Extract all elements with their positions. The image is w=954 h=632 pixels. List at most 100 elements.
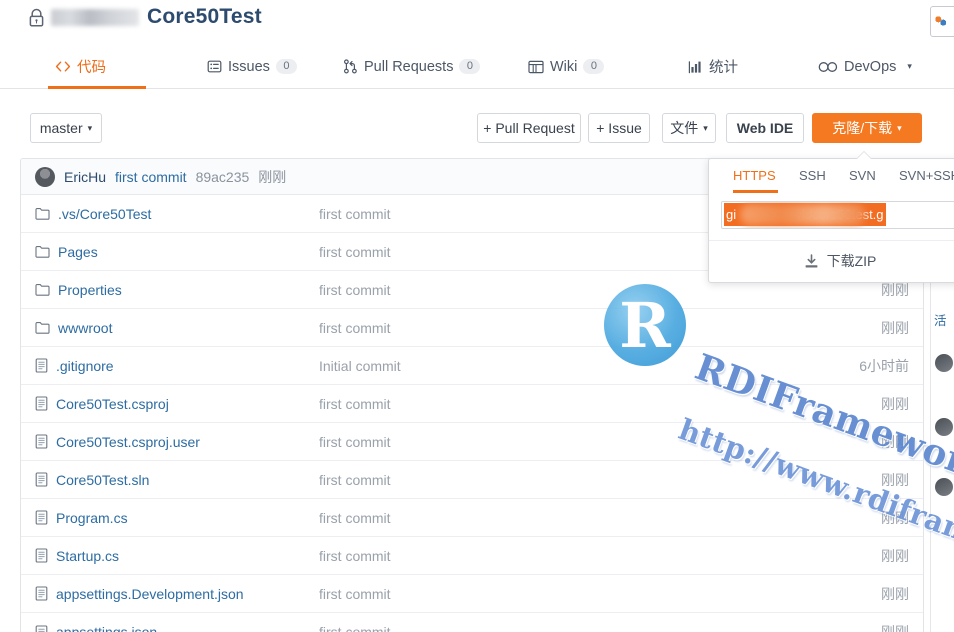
file-name-label: .vs/Core50Test (58, 205, 152, 222)
avatar[interactable] (935, 354, 953, 372)
file-commit-message: Initial commit (319, 357, 401, 374)
nav-tab-pull-requests[interactable]: Pull Requests 0 (343, 46, 481, 87)
folder-icon (35, 207, 50, 220)
file-name-cell[interactable]: appsettings.Development.json (35, 586, 319, 602)
file-name-cell[interactable]: Core50Test.csproj.user (35, 434, 319, 450)
redacted-owner (51, 8, 139, 26)
commit-author[interactable]: EricHu (64, 169, 106, 185)
download-zip-button[interactable]: 下载ZIP (709, 241, 954, 281)
header-extra-button[interactable] (930, 6, 954, 37)
clone-download-button[interactable]: 克隆/下载 ▾ (812, 113, 922, 143)
branch-selector[interactable]: master ▾ (30, 113, 102, 143)
commit-time: 刚刚 (258, 168, 287, 185)
file-commit-message: first commit (319, 433, 391, 450)
commit-sha[interactable]: 89ac235 (196, 169, 250, 185)
file-commit-message: first commit (319, 585, 391, 602)
table-row[interactable]: Program.cs first commit 刚刚 (21, 499, 923, 537)
file-icon (35, 624, 48, 632)
nav-tab-label: 统计 (709, 60, 738, 76)
file-name-label: appsettings.Development.json (56, 585, 244, 602)
nav-tab-badge: 0 (275, 59, 297, 74)
new-pull-request-button[interactable]: + Pull Request (477, 113, 581, 143)
table-row[interactable]: appsettings.json first commit 刚刚 (21, 613, 923, 632)
folder-icon (35, 245, 50, 258)
file-commit-time: 刚刚 (881, 509, 909, 526)
file-name-cell[interactable]: .gitignore (35, 358, 319, 374)
clone-tab-svn[interactable]: SVN (849, 168, 876, 183)
file-name-label: Program.cs (56, 509, 128, 526)
clone-protocol-tabs: HTTPS SSH SVN SVN+SSH (721, 164, 954, 195)
file-name-label: Core50Test.csproj (56, 395, 169, 412)
file-icon (35, 586, 48, 601)
file-commit-message: first commit (319, 319, 391, 336)
popover-arrow (857, 152, 871, 159)
clone-tab-svn-ssh[interactable]: SVN+SSH (899, 168, 954, 183)
nav-tab-代码[interactable]: 代码 (55, 46, 106, 87)
table-row[interactable]: appsettings.Development.json first commit… (21, 575, 923, 613)
file-name-label: wwwroot (58, 319, 113, 336)
repo-nav: 代码 Issues 0 Pull Requests 0 Wiki 0 统计 DevOps ▾ (0, 46, 954, 89)
table-row[interactable]: wwwroot first commit 刚刚 (21, 309, 923, 347)
devops-icon (818, 61, 838, 73)
file-menu-label: 文件 (670, 120, 699, 136)
file-menu-button[interactable]: 文件 ▾ (662, 113, 716, 143)
new-issue-label: + Issue (596, 120, 642, 136)
nav-tab-wiki[interactable]: Wiki 0 (528, 46, 605, 87)
file-commit-time: 刚刚 (881, 585, 909, 602)
code-icon (55, 59, 71, 74)
file-name-label: Properties (58, 281, 122, 298)
file-name-cell[interactable]: Pages (35, 244, 319, 260)
file-name-cell[interactable]: Core50Test.sln (35, 472, 319, 488)
nav-tab-label: 代码 (77, 60, 106, 76)
repo-toolbar: master ▾ 分支 1 标签 0 (0, 100, 954, 238)
file-icon (35, 548, 48, 563)
file-name-cell[interactable]: Properties (35, 282, 319, 298)
file-commit-message: first commit (319, 281, 391, 298)
sidebar-link[interactable]: 活 (934, 310, 947, 329)
file-commit-message: first commit (319, 547, 391, 564)
file-icon (35, 510, 48, 525)
avatar[interactable] (935, 418, 953, 436)
table-row[interactable]: Core50Test.csproj first commit 刚刚 (21, 385, 923, 423)
web-ide-button[interactable]: Web IDE (726, 113, 804, 143)
table-row[interactable]: .gitignore Initial commit 6小时前 (21, 347, 923, 385)
nav-tab-devops[interactable]: DevOps ▾ (818, 46, 912, 87)
avatar (35, 166, 55, 187)
file-commit-message: first commit (319, 395, 391, 412)
nav-tab-label: Issues (228, 58, 270, 75)
new-pull-request-label: + Pull Request (483, 120, 575, 136)
chevron-down-icon: ▾ (87, 122, 93, 133)
file-commit-message: first commit (319, 471, 391, 488)
file-name-cell[interactable]: appsettings.json (35, 624, 319, 632)
active-tab-underline (48, 86, 146, 89)
table-row[interactable]: Core50Test.csproj.user first commit 刚刚 (21, 423, 923, 461)
commit-message[interactable]: first commit (115, 169, 187, 185)
table-row[interactable]: Startup.cs first commit 刚刚 (21, 537, 923, 575)
file-commit-time: 刚刚 (881, 319, 909, 336)
new-issue-button[interactable]: + Issue (588, 113, 650, 143)
colored-dots-icon (935, 16, 946, 27)
nav-tab-统计[interactable]: 统计 (688, 46, 738, 87)
file-name-label: Core50Test.csproj.user (56, 433, 200, 450)
file-icon (35, 358, 48, 373)
clone-url-input[interactable]: gi rk/core50test.g (721, 201, 954, 229)
file-name-cell[interactable]: .vs/Core50Test (35, 206, 319, 222)
lock-icon (28, 8, 45, 28)
clone-tab-ssh[interactable]: SSH (799, 168, 826, 183)
file-name-cell[interactable]: Program.cs (35, 510, 319, 526)
file-icon (35, 472, 48, 487)
clone-tab-https[interactable]: HTTPS (733, 168, 776, 183)
file-commit-time: 6小时前 (859, 357, 909, 374)
file-name-label: Startup.cs (56, 547, 120, 564)
file-name-cell[interactable]: wwwroot (35, 320, 319, 336)
repo-name[interactable]: Core50Test (147, 5, 262, 29)
avatar[interactable] (935, 478, 953, 496)
nav-tab-label: DevOps (844, 58, 897, 75)
branch-selector-label: master (39, 120, 83, 136)
chevron-down-icon: ▾ (897, 122, 902, 133)
file-name-cell[interactable]: Core50Test.csproj (35, 396, 319, 412)
file-name-cell[interactable]: Startup.cs (35, 548, 319, 564)
clone-download-panel: HTTPS SSH SVN SVN+SSH gi rk/core50test.g 下载… (708, 151, 954, 283)
table-row[interactable]: Core50Test.sln first commit 刚刚 (21, 461, 923, 499)
nav-tab-issues[interactable]: Issues 0 (207, 46, 297, 87)
